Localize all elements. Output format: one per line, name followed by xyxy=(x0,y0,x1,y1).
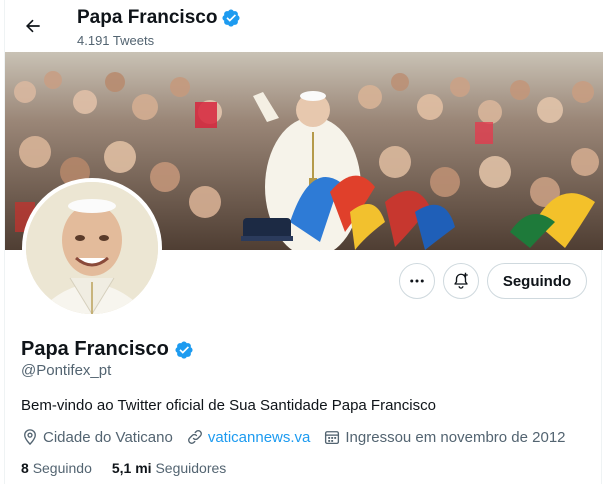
more-options-button[interactable] xyxy=(399,263,435,299)
location-text: Cidade do Vaticano xyxy=(43,428,173,446)
avatar-photo xyxy=(26,182,158,314)
followers-count: 5,1 mi xyxy=(111,460,152,476)
profile-handle: @Pontifex_pt xyxy=(21,362,112,379)
verified-badge-icon xyxy=(175,340,193,359)
verified-badge-icon xyxy=(222,9,240,27)
following-button[interactable]: Seguindo xyxy=(487,263,587,299)
profile-stats: 8 Seguindo 5,1 mi Seguidores xyxy=(21,460,246,476)
website-link[interactable]: vaticannews.va xyxy=(208,429,311,446)
meta-location: Cidade do Vaticano xyxy=(21,428,173,446)
profile-header-bar: Papa Francisco 4.191 Tweets xyxy=(5,0,603,52)
meta-website: vaticannews.va xyxy=(186,428,311,446)
profile-bio: Bem-vindo ao Twitter oficial de Sua Sant… xyxy=(21,397,436,414)
meta-joined: Ingressou em novembro de 2012 xyxy=(323,428,566,446)
link-icon xyxy=(187,430,202,444)
profile-name-text: Papa Francisco xyxy=(21,338,169,360)
following-count: 8 xyxy=(21,460,29,476)
header-name: Papa Francisco xyxy=(77,7,218,28)
following-label: Seguindo xyxy=(32,460,92,476)
profile-page: Papa Francisco 4.191 Tweets Seguindo Pap… xyxy=(4,0,603,484)
calendar-icon xyxy=(325,431,340,445)
followers-stat[interactable]: 5,1 mi Seguidores xyxy=(112,460,226,476)
notifications-button[interactable] xyxy=(443,263,479,299)
profile-name: Papa Francisco xyxy=(21,338,194,361)
tweet-count: 4.191 Tweets xyxy=(77,33,155,48)
followers-label: Seguidores xyxy=(155,460,227,476)
profile-avatar[interactable] xyxy=(22,178,162,318)
header-title: Papa Francisco xyxy=(77,7,241,29)
more-horizontal-icon xyxy=(410,279,424,283)
bell-plus-icon xyxy=(454,272,468,289)
location-pin-icon xyxy=(24,429,36,446)
profile-meta: Cidade do Vaticano vaticannews.va Ingres… xyxy=(21,428,579,446)
following-stat[interactable]: 8 Seguindo xyxy=(21,460,92,476)
arrow-left-icon xyxy=(26,19,40,33)
joined-text: Ingressou em novembro de 2012 xyxy=(345,428,566,446)
back-button[interactable] xyxy=(17,10,49,42)
